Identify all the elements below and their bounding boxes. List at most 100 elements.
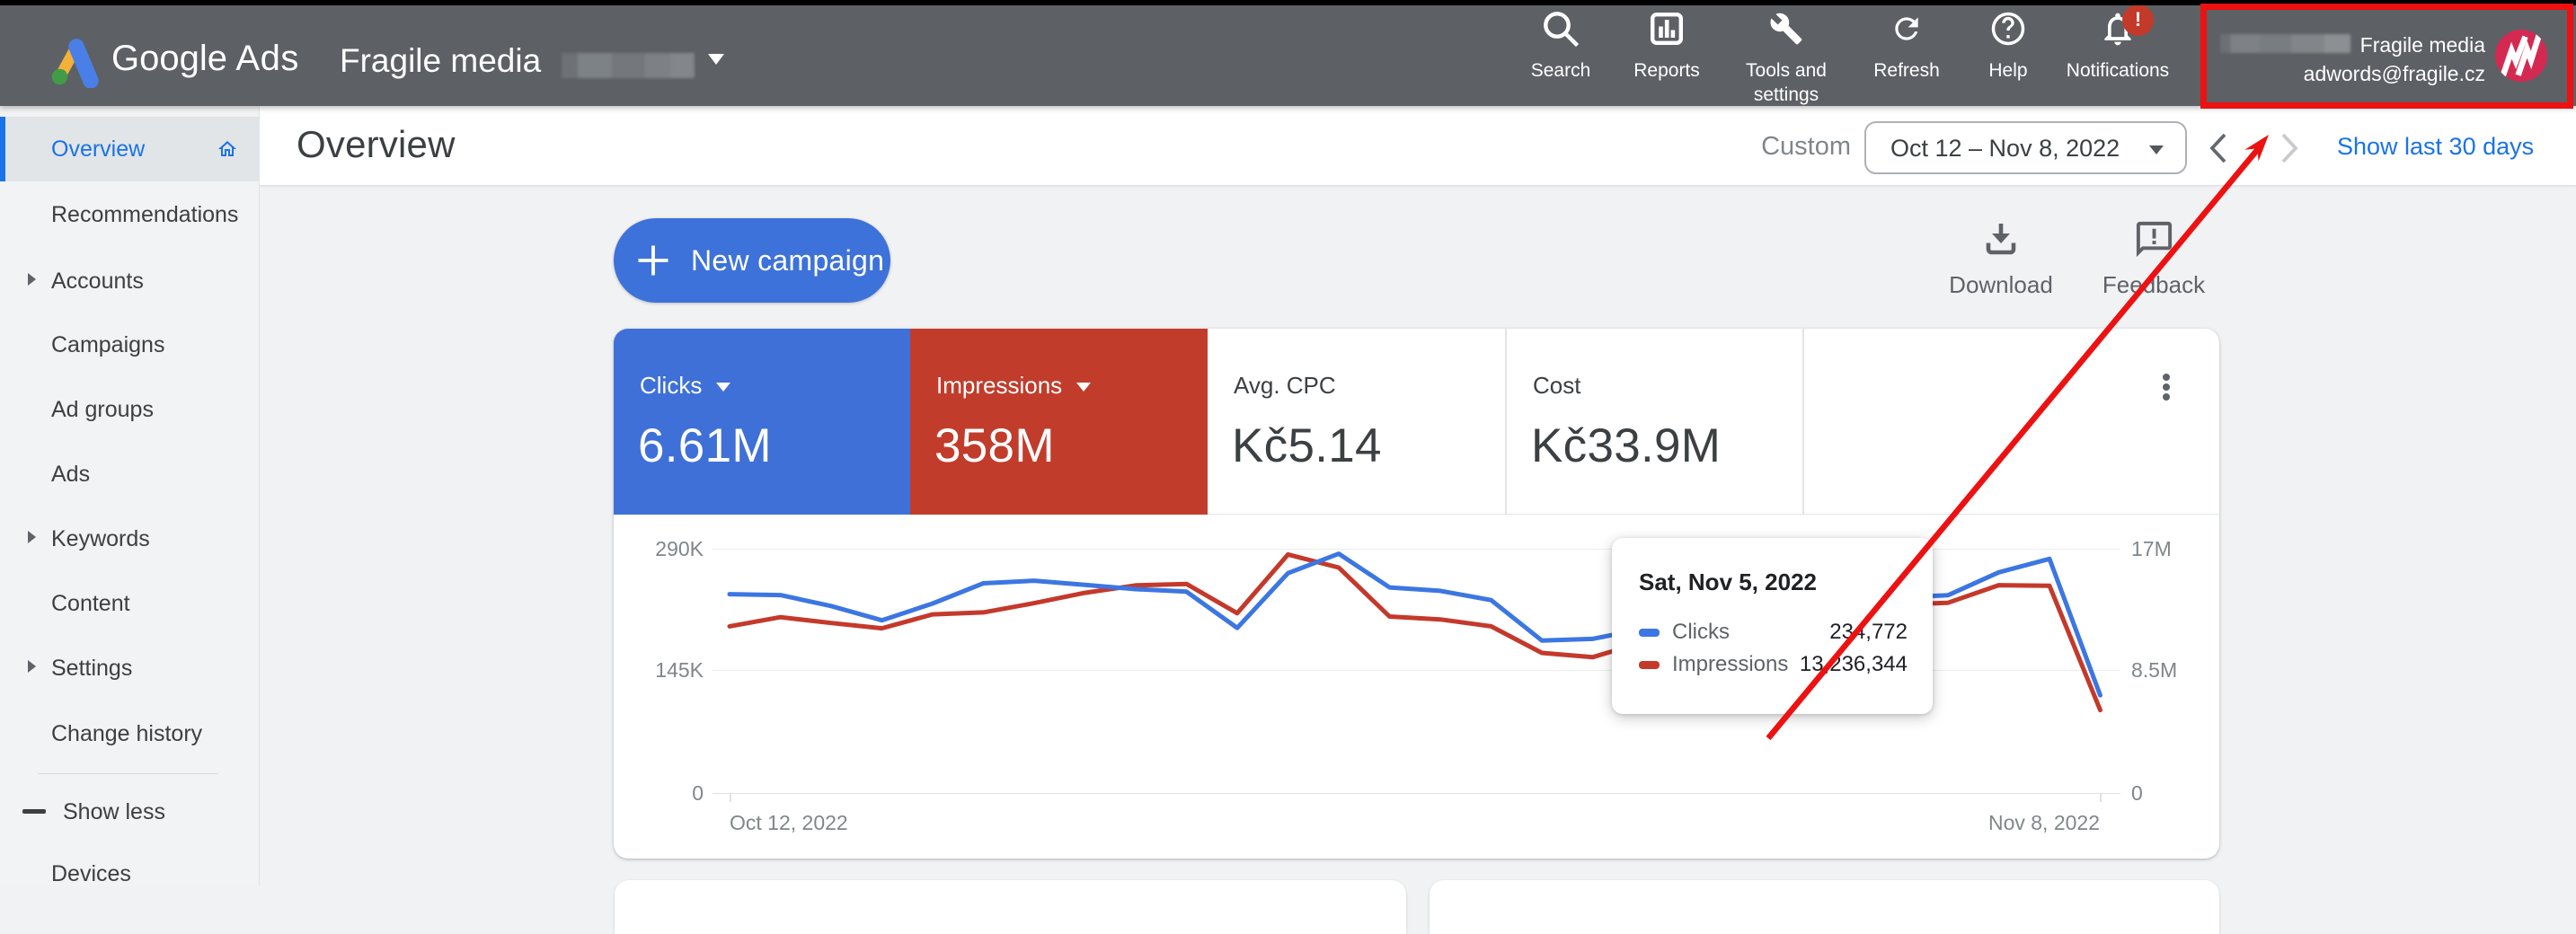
new-campaign-label: New campaign <box>691 243 885 277</box>
google-ads-logo-icon[interactable] <box>49 32 102 88</box>
metric-dropdown-caret-icon <box>1076 383 1092 392</box>
sidebar-item-settings[interactable]: Settings <box>0 636 259 700</box>
nav-search-label: Search <box>1530 60 1591 81</box>
nav-tools-label-line2: settings <box>1753 84 1819 105</box>
sidebar-item-content[interactable]: Content <box>0 571 259 636</box>
home-icon <box>218 141 236 156</box>
scorecard-label-text: Avg. CPC <box>1234 372 1336 399</box>
nav-tools-label-line1: Tools and <box>1746 60 1827 81</box>
user-account-name: Fragile media <box>2359 33 2485 57</box>
sidebar-show-less[interactable]: Show less <box>0 780 259 844</box>
sidebar-item-keywords[interactable]: Keywords <box>0 507 259 571</box>
nav-tools-label: Tools and settings <box>1728 58 1845 107</box>
sidebar-item-campaigns[interactable]: Campaigns <box>0 313 259 377</box>
download-label: Download <box>1949 271 2053 298</box>
product-name: Google Ads <box>111 39 299 79</box>
sidebar-item-label: Ads <box>51 461 91 487</box>
dot-icon <box>2163 393 2170 401</box>
brand-ads: Ads <box>235 39 299 78</box>
sidebar-item-label: Keywords <box>51 525 150 551</box>
brand-google: Google <box>111 39 227 78</box>
sidebar-item-label: Overview <box>51 136 146 162</box>
sidebar-item-label: Settings <box>51 655 133 681</box>
top-app-bar: Google Ads Fragile media Search Reports … <box>0 4 2576 107</box>
expand-caret-icon[interactable] <box>28 273 36 286</box>
previous-period-chevron-icon[interactable] <box>2203 132 2235 164</box>
nav-notifications[interactable]: ! Notifications <box>2059 4 2176 83</box>
nav-help[interactable]: Help <box>1950 8 2067 83</box>
tooltip-date: Sat, Nov 5, 2022 <box>1639 568 1817 595</box>
scorecard-label[interactable]: Clicks <box>640 372 731 400</box>
sidebar-item-overview[interactable]: Overview <box>0 117 259 181</box>
feedback-icon <box>2082 217 2226 260</box>
sidebar-item-recommendations[interactable]: Recommendations <box>0 182 259 247</box>
scorecard-value: 6.61M <box>638 419 772 472</box>
plus-icon <box>638 245 668 276</box>
sidebar-item-change-history[interactable]: Change history <box>0 701 259 766</box>
user-email: adwords@fragile.cz <box>2303 62 2485 85</box>
nav-reports-label: Reports <box>1633 60 1700 81</box>
scorecard-value: 358M <box>934 419 1055 472</box>
expand-caret-icon[interactable] <box>28 660 36 673</box>
scorecard-value: Kč5.14 <box>1232 419 1382 472</box>
reports-icon <box>1608 8 1725 49</box>
time-series-chart[interactable]: 290K 145K 0 17M 8.5M 0 Oct 12, 2022 Nov … <box>614 515 2219 859</box>
wrench-icon <box>1728 8 1845 49</box>
sidebar-item-ad-groups[interactable]: Ad groups <box>0 377 259 442</box>
avatar[interactable] <box>2495 30 2547 82</box>
sidebar-item-devices[interactable]: Devices <box>0 841 259 906</box>
window-chrome-strip <box>0 0 2576 5</box>
notifications-badge: ! <box>2122 4 2154 36</box>
tooltip-row-clicks: Clicks 234,772 <box>1639 617 1908 648</box>
feedback-button[interactable]: Feedback <box>2082 217 2226 299</box>
scorecard-cost[interactable]: Cost Kč33.9M <box>1507 329 1804 515</box>
minus-icon <box>22 809 46 814</box>
metric-dropdown-caret-icon <box>716 383 731 392</box>
overview-summary-card: Clicks 6.61M Impressions 358M Avg. CPC K… <box>614 329 2219 859</box>
chart-lines <box>727 551 2102 713</box>
clicks-swatch-icon <box>1639 628 1660 637</box>
download-button[interactable]: Download <box>1929 217 2073 299</box>
show-last-30-days-link[interactable]: Show last 30 days <box>2337 133 2534 161</box>
sidebar-item-accounts[interactable]: Accounts <box>0 249 259 313</box>
account-switcher-name[interactable]: Fragile media <box>340 42 541 80</box>
scorecard-label: Avg. CPC <box>1234 372 1336 400</box>
scorecard-clicks[interactable]: Clicks 6.61M <box>614 329 910 515</box>
nav-tools-settings[interactable]: Tools and settings <box>1728 8 1845 107</box>
account-switcher-caret-icon[interactable] <box>708 54 724 65</box>
date-range-value: Oct 12 – Nov 8, 2022 <box>1890 135 2120 162</box>
nav-reports[interactable]: Reports <box>1608 8 1725 83</box>
date-range-picker[interactable]: Oct 12 – Nov 8, 2022 <box>1864 121 2187 174</box>
sidebar-item-label: Accounts <box>51 268 144 294</box>
nav-help-label: Help <box>1988 60 2028 81</box>
nav-search[interactable]: Search <box>1502 8 1619 83</box>
nav-refresh[interactable]: Refresh <box>1848 8 1965 83</box>
page-title: Overview <box>297 123 456 165</box>
date-range-caret-icon <box>2149 145 2164 154</box>
scorecard-impressions[interactable]: Impressions 358M <box>910 329 1208 515</box>
sidebar-nav: Overview Recommendations Accounts Campai… <box>0 106 260 886</box>
nav-notifications-label: Notifications <box>2066 60 2170 81</box>
sidebar-divider <box>38 773 218 774</box>
scorecard-value: Kč33.9M <box>1531 419 1722 472</box>
page-header-bar: Overview Custom Oct 12 – Nov 8, 2022 Sho… <box>260 106 2576 186</box>
search-icon <box>1502 8 1619 49</box>
new-campaign-button[interactable]: New campaign <box>614 218 890 303</box>
show-less-label: Show less <box>63 798 165 824</box>
sidebar-item-ads[interactable]: Ads <box>0 442 259 507</box>
next-period-chevron-icon[interactable] <box>2272 132 2305 164</box>
sidebar-item-label: Change history <box>51 720 203 746</box>
expand-caret-icon[interactable] <box>28 531 36 543</box>
scorecard-row: Clicks 6.61M Impressions 358M Avg. CPC K… <box>614 329 2219 515</box>
card-overflow-menu-button[interactable] <box>2153 374 2180 401</box>
scorecard-label-text: Cost <box>1533 372 1581 399</box>
scorecard-label-text: Impressions <box>936 372 1063 399</box>
scorecard-label[interactable]: Impressions <box>936 372 1092 400</box>
next-card-right <box>1430 880 2219 934</box>
chart-tooltip: Sat, Nov 5, 2022 Clicks 234,772 Impressi… <box>1612 538 1933 714</box>
help-icon <box>1950 8 2067 49</box>
sidebar-item-label: Ad groups <box>51 396 154 422</box>
tooltip-label: Impressions <box>1672 652 1789 676</box>
tooltip-value: 13,236,344 <box>1799 652 1908 676</box>
scorecard-avg-cpc[interactable]: Avg. CPC Kč5.14 <box>1208 329 1507 515</box>
